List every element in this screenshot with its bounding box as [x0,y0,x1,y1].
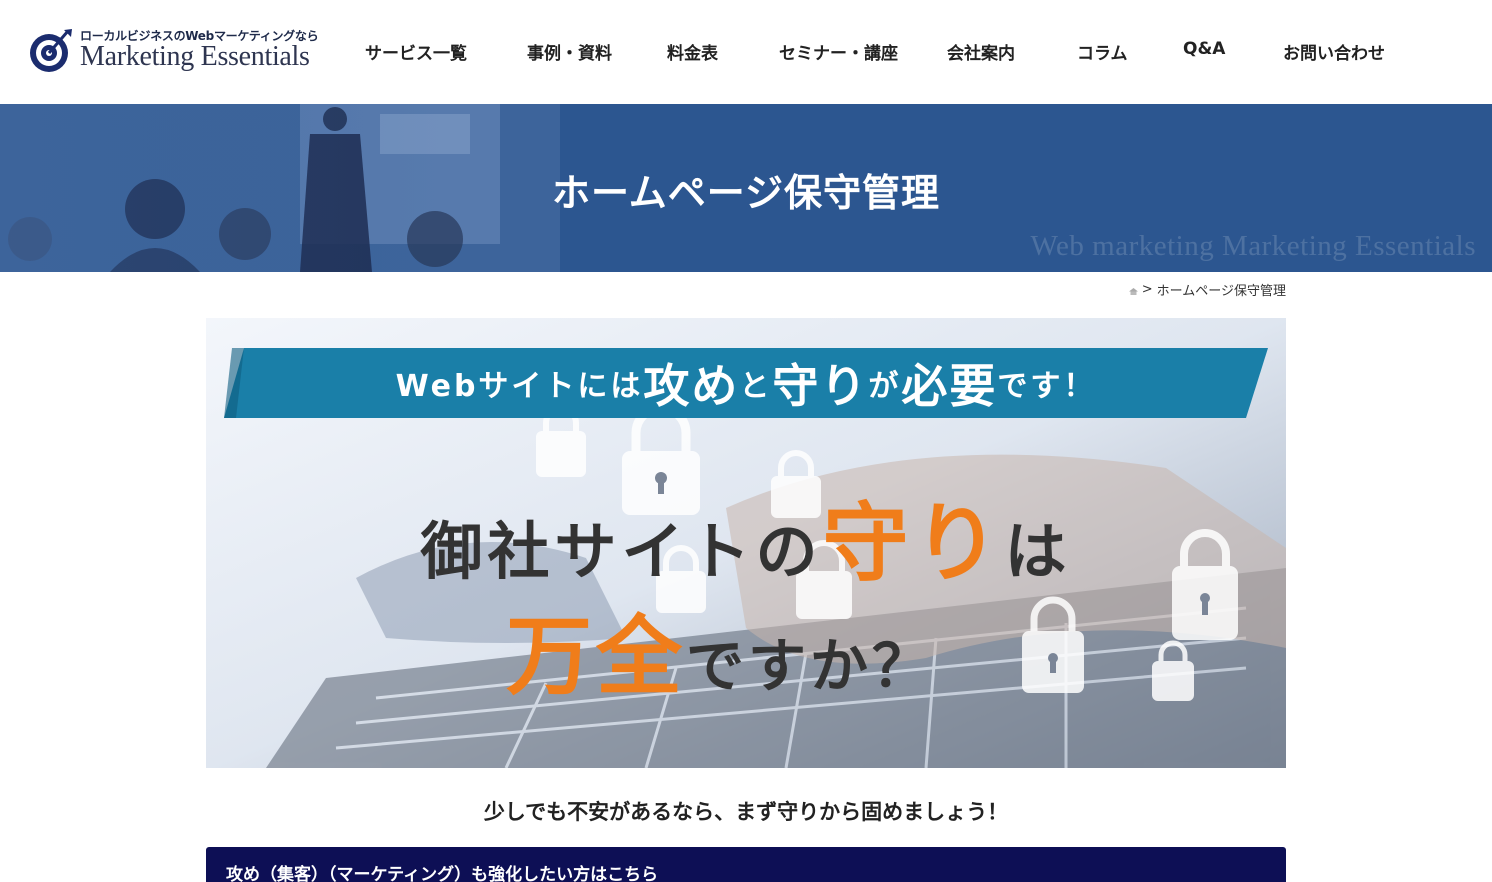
nav-item-company[interactable]: 会社案内 [947,39,1015,64]
nav-item-services[interactable]: サービス一覧 [365,39,467,64]
site-header: ローカルビジネスのWebマーケティングなら Marketing Essentia… [0,0,1492,104]
banner-line1-a: 御社サイトの [420,515,823,588]
nav-item-seminars[interactable]: セミナー・講座 [779,39,898,64]
ribbon-text-attack: 攻め [643,359,740,413]
banner-ribbon-text: Webサイトには 攻め と 守り が 必要 です！ [206,348,1286,418]
nav-item-contact[interactable]: お問い合わせ [1283,39,1385,64]
global-nav: サービス一覧 事例・資料 料金表 セミナー・講座 会社案内 コラム Q&A お問… [340,0,1432,104]
marketing-cta-link[interactable]: 攻め（集客）（マーケティング）も強化したい方はこちら [206,847,1286,882]
breadcrumb-home-link[interactable] [1128,282,1138,297]
nav-item-column[interactable]: コラム [1077,39,1128,64]
ribbon-text-a: Webサイトには [395,369,644,404]
ribbon-text-e: が [868,369,902,404]
banner-line2-b: ですか？ [686,632,935,700]
logo-name: Marketing Essentials [80,41,310,72]
target-logo-icon [30,29,72,72]
banner-line2-highlight: 万全 [506,607,686,707]
breadcrumb-separator: > [1141,282,1153,297]
site-logo[interactable]: ローカルビジネスのWebマーケティングなら Marketing Essentia… [28,24,338,80]
banner-line1-highlight: 守り [822,494,1005,594]
ribbon-text-necessary: 必要 [901,359,998,413]
banner-line1-c: は [1004,515,1072,588]
nav-item-cases[interactable]: 事例・資料 [527,39,612,64]
page-title: ホームページ保守管理 [551,173,941,215]
banner-headline-line1: 御社サイトの守りは [206,473,1286,598]
hero-watermark: Web marketing Marketing Essentials [1030,230,1476,262]
security-banner: Webサイトには 攻め と 守り が 必要 です！ 御社サイトの守りは 万全です… [206,318,1286,768]
marketing-cta-label: 攻め（集客）（マーケティング）も強化したい方はこちら [226,865,659,882]
lead-text: 少しでも不安があるなら、まず守りから固めましょう！ [483,800,1009,824]
nav-item-qa[interactable]: Q&A [1183,39,1225,59]
breadcrumb: > ホームページ保守管理 [1128,280,1286,299]
page-hero: ホームページ保守管理 Web marketing Marketing Essen… [0,104,1492,272]
banner-headline-line2: 万全ですか？ [506,586,934,711]
ribbon-text-g: です！ [997,369,1097,404]
ribbon-text-c: と [739,369,773,404]
nav-item-pricing[interactable]: 料金表 [667,39,718,64]
ribbon-text-defense: 守り [772,359,869,413]
home-icon [1128,288,1138,295]
breadcrumb-current: ホームページ保守管理 [1156,284,1286,299]
